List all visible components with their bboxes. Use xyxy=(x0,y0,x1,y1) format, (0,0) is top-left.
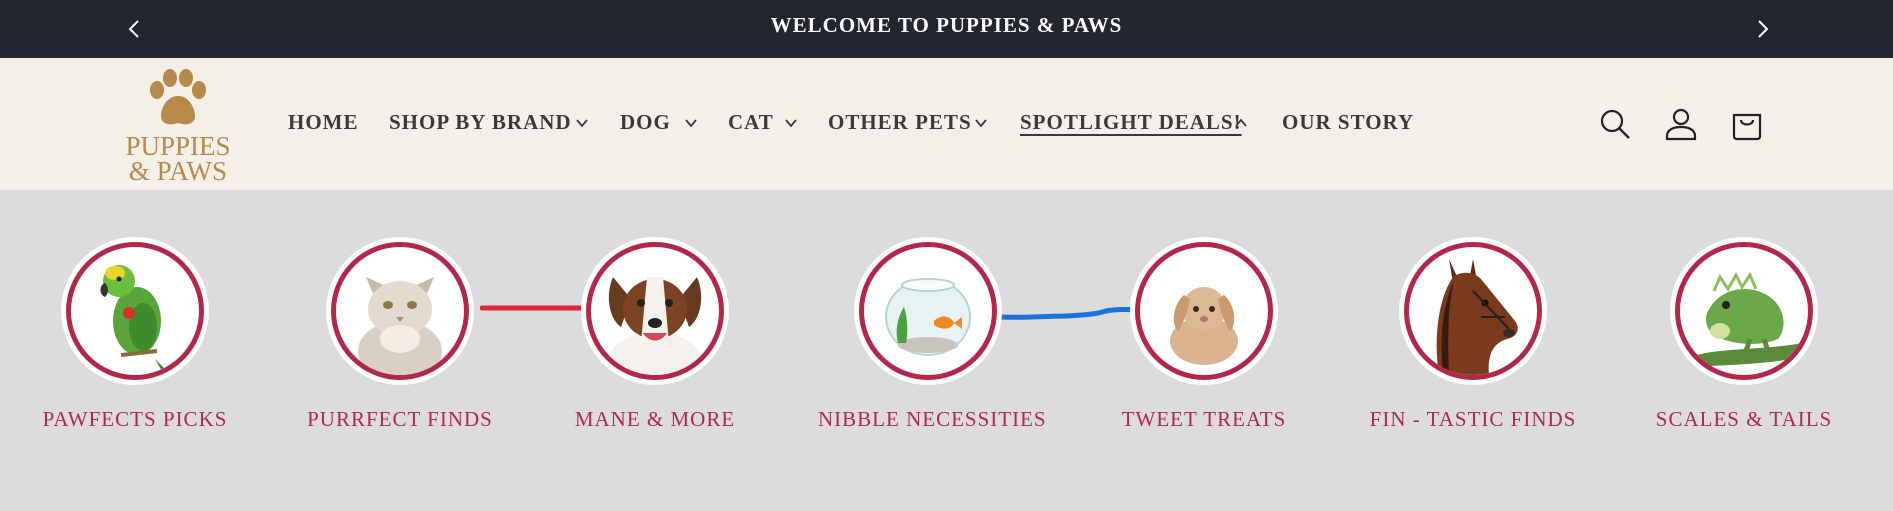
nav-item-label: OUR STORY xyxy=(1282,110,1415,134)
nav-item-dog[interactable]: DOG xyxy=(620,110,697,135)
category-label: MANE & MORE xyxy=(574,407,736,431)
category-purrfect-finds[interactable]: PURRFECT FINDS xyxy=(290,237,510,432)
nav-item-label: DOG xyxy=(620,110,671,134)
nav-item-other-pets[interactable]: OTHER PETS xyxy=(828,110,987,135)
category-label: TWEET TREATS xyxy=(1121,407,1287,431)
iguana-image xyxy=(1690,271,1802,367)
nav-item-label: OTHER PETS xyxy=(828,110,972,134)
logo[interactable]: PUPPIES & PAWS xyxy=(118,68,238,185)
category-image-ring xyxy=(854,237,1002,385)
category-tweet-treats[interactable]: TWEET TREATS xyxy=(1094,237,1314,432)
cat-image xyxy=(358,277,442,375)
category-fin-tastic-finds[interactable]: FIN - TASTIC FINDS xyxy=(1363,237,1583,432)
cart-icon[interactable] xyxy=(1729,106,1765,142)
category-mane-and-more[interactable]: MANE & MORE xyxy=(545,237,765,432)
category-label: FIN - TASTIC FINDS xyxy=(1369,407,1577,431)
category-image-ring xyxy=(61,237,209,385)
category-label: NIBBLE NECESSITIES xyxy=(818,407,1047,431)
announcement-text: WELCOME TO PUPPIES & PAWS xyxy=(770,13,1123,37)
category-label: PAWFECTS PICKS xyxy=(42,407,228,431)
chevron-down-icon xyxy=(975,119,987,128)
chevron-up-icon xyxy=(1235,118,1247,127)
paw-icon xyxy=(150,69,206,125)
category-image-ring xyxy=(581,237,729,385)
nav-item-our-story[interactable]: OUR STORY xyxy=(1282,110,1414,135)
logo-line-2: & PAWS xyxy=(128,156,228,186)
nav-item-home[interactable]: HOME xyxy=(288,110,359,135)
announcement-bar: WELCOME TO PUPPIES & PAWS xyxy=(0,0,1893,58)
parrot-image xyxy=(100,265,169,373)
fishbowl-image xyxy=(885,278,971,356)
category-image-ring xyxy=(1399,237,1547,385)
site-header: PUPPIES & PAWS HOME SHOP BY BRAND DOG CA… xyxy=(0,58,1893,190)
chevron-down-icon xyxy=(685,119,697,128)
nav-item-label: CAT xyxy=(728,110,774,134)
category-label: PURRFECT FINDS xyxy=(307,407,493,431)
category-image-ring xyxy=(1130,237,1278,385)
nav-item-spotlight-deals[interactable]: SPOTLIGHT DEALS! xyxy=(1020,110,1247,135)
chevron-right-icon[interactable] xyxy=(1749,16,1775,42)
nav-item-shop-by-brand[interactable]: SHOP BY BRAND xyxy=(389,110,588,135)
chevron-down-icon xyxy=(785,119,797,128)
nav-item-label: HOME xyxy=(288,110,359,134)
nav-item-cat[interactable]: CAT xyxy=(728,110,797,135)
account-icon[interactable] xyxy=(1663,106,1699,142)
category-image-ring xyxy=(1670,237,1818,385)
category-carousel: PAWFECTS PICKS PURRFECT FINDS MANE & MOR… xyxy=(0,190,1893,511)
dog-image xyxy=(608,277,702,375)
horse-image xyxy=(1436,259,1518,375)
nav-item-label: SHOP BY BRAND xyxy=(389,110,572,134)
nav-item-label: SPOTLIGHT DEALS! xyxy=(1020,110,1242,134)
rabbit-image xyxy=(1170,287,1238,365)
category-pawfects-picks[interactable]: PAWFECTS PICKS xyxy=(25,237,245,432)
category-image-ring xyxy=(326,237,474,385)
search-icon[interactable] xyxy=(1597,106,1633,142)
category-label: SCALES & TAILS xyxy=(1655,407,1833,431)
category-nibble-necessities[interactable]: NIBBLE NECESSITIES xyxy=(818,237,1047,432)
category-scales-and-tails[interactable]: SCALES & TAILS xyxy=(1634,237,1854,432)
chevron-down-icon xyxy=(576,119,588,128)
